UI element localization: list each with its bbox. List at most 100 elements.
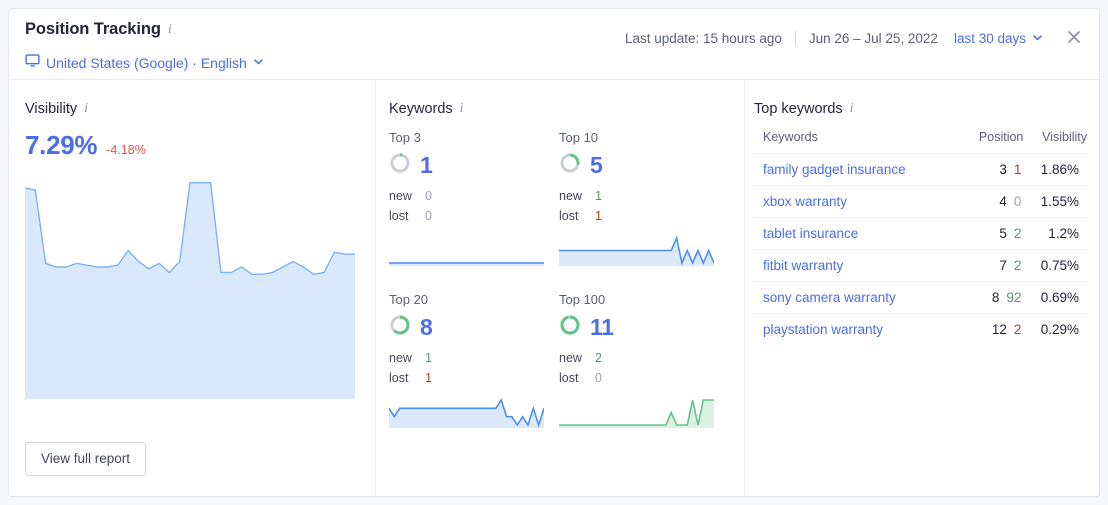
keyword-group-top-3: Top 3 1 new 0 lost 0 — [389, 130, 559, 271]
donut-icon — [389, 314, 411, 341]
stat-new-value: 1 — [425, 351, 432, 365]
position-cell: 72 — [962, 250, 1023, 282]
position-cell: 8 92 — [962, 282, 1023, 314]
keyword-link[interactable]: playstation warranty — [754, 314, 962, 346]
position-change: 1 — [1013, 162, 1022, 177]
keyword-group-stats: new 2 lost 0 — [559, 348, 729, 388]
top-keywords-label: Top keywords — [754, 101, 843, 117]
table-row: family gadget insurance 3 1 1.86% — [754, 153, 1087, 186]
period-label: last 30 days — [953, 30, 1026, 46]
stat-lost-label: lost — [559, 371, 579, 385]
position-change: 2 — [1013, 226, 1022, 241]
monitor-icon — [25, 53, 40, 73]
position-rank: 3 — [999, 162, 1007, 177]
stat-lost: lost 0 — [389, 206, 559, 226]
keyword-group-count: 8 — [420, 313, 433, 340]
keyword-group-main: 1 — [389, 149, 559, 181]
keyword-group-stats: new 0 lost 0 — [389, 186, 559, 226]
info-icon[interactable]: i — [84, 102, 88, 116]
keyword-group-main: 8 — [389, 311, 559, 343]
position-cell: 40 — [962, 186, 1023, 218]
top-keywords-section: Top keywords i Keywords Position Visibil… — [754, 101, 1087, 345]
close-icon — [1067, 30, 1081, 47]
keyword-link[interactable]: fitbit warranty — [754, 250, 962, 282]
stat-new: new 2 — [559, 348, 729, 368]
position-rank: 4 — [999, 194, 1007, 209]
chevron-down-icon — [1032, 31, 1043, 46]
stat-new-value: 1 — [595, 189, 602, 203]
title-row: Position Tracking i — [25, 20, 172, 39]
keywords-label: Keywords — [389, 101, 453, 117]
column-divider-2 — [744, 80, 745, 496]
keyword-group-label: Top 20 — [389, 292, 429, 307]
header-right: Last update: 15 hours ago Jun 26 – Jul 2… — [625, 27, 1085, 49]
stat-lost-value: 0 — [425, 209, 432, 223]
chevron-down-icon — [253, 54, 264, 72]
keyword-group-label: Top 10 — [559, 130, 599, 145]
keyword-group-top-10: Top 10 5 new 1 lost 1 — [559, 130, 729, 271]
stat-new: new 1 — [559, 186, 729, 206]
top-keywords-table: Keywords Position Visibility family gadg… — [754, 130, 1087, 345]
keyword-link[interactable]: xbox warranty — [754, 186, 962, 218]
position-change: 2 — [1013, 322, 1022, 337]
keyword-group-sparkline — [388, 396, 559, 433]
locale-selector[interactable]: United States (Google) · English — [25, 53, 264, 73]
table-row: xbox warranty 4 0 1.55% — [754, 185, 1087, 218]
table-head: Keywords Position Visibility — [754, 130, 1087, 154]
column-header-position[interactable]: Position — [962, 130, 1023, 154]
info-icon[interactable]: i — [460, 102, 464, 116]
visibility-cell: 1.86% — [1040, 162, 1079, 177]
position-cell: 52 — [962, 218, 1023, 250]
position-rank: 7 — [999, 258, 1007, 273]
position-cell: 31 — [962, 154, 1023, 186]
info-icon[interactable]: i — [850, 102, 854, 116]
top-keywords-header: Top keywords i — [754, 101, 1087, 117]
visibility-delta: -4.18% — [106, 143, 146, 157]
column-header-visibility[interactable]: Visibility — [1023, 130, 1087, 154]
close-button[interactable] — [1063, 27, 1085, 49]
keyword-group-count: 5 — [590, 151, 603, 178]
keyword-group-top-100: Top 100 11 new 2 lost 0 — [559, 292, 729, 433]
position-change: 0 — [1013, 194, 1022, 209]
position-tracking-widget: Position Tracking i United States (Googl… — [8, 8, 1100, 497]
keyword-link[interactable]: tablet insurance — [754, 218, 962, 250]
info-icon[interactable]: i — [168, 22, 172, 37]
stat-new-label: new — [389, 351, 412, 365]
widget-header: Position Tracking i United States (Googl… — [9, 9, 1099, 80]
keyword-group-main: 5 — [559, 149, 729, 181]
view-full-report-button[interactable]: View full report — [25, 442, 147, 476]
visibility-value-row: 7.29% -4.18% — [25, 130, 375, 161]
keyword-group-stats: new 1 lost 1 — [389, 348, 559, 388]
keyword-group-count: 1 — [420, 151, 433, 178]
visibility-cell: 0.75% — [1040, 258, 1079, 273]
position-change: 2 — [1013, 258, 1022, 273]
stat-lost-value: 1 — [425, 371, 432, 385]
stat-lost-label: lost — [389, 209, 409, 223]
keyword-group-sparkline — [559, 396, 729, 433]
keyword-group-label: Top 100 — [559, 292, 606, 307]
stat-lost: lost 0 — [559, 368, 729, 388]
widget-footer: View full report — [25, 442, 147, 476]
keyword-link[interactable]: family gadget insurance — [754, 154, 962, 186]
visibility-cell: 1.2% — [1048, 226, 1079, 241]
stat-lost: lost 1 — [559, 206, 729, 226]
keyword-group-top-20: Top 20 8 new 1 lost 1 — [388, 292, 559, 433]
keyword-link[interactable]: sony camera warranty — [754, 282, 962, 314]
table-header-row: Keywords Position Visibility — [754, 130, 1087, 154]
period-selector[interactable]: last 30 days — [954, 31, 1043, 46]
visibility-area-chart — [24, 179, 375, 404]
keywords-grid: Top 3 1 new 0 lost 0 Top 10 5 new 1 lost 1 Top 20 8 ne… — [388, 130, 739, 433]
position-rank: 8 — [991, 290, 1000, 305]
visibility-cell: 0.29% — [1040, 322, 1079, 337]
visibility-cell: 0.69% — [1040, 290, 1079, 305]
keywords-section: Keywords i Top 3 1 new 0 lost 0 Top 10 5 new 1 los… — [388, 101, 739, 433]
column-header-keywords[interactable]: Keywords — [754, 130, 962, 154]
table-body: family gadget insurance 3 1 1.86% xbox warra… — [754, 153, 1087, 346]
position-change: 92 — [1006, 290, 1022, 305]
keyword-group-main: 11 — [559, 311, 729, 343]
stat-new-label: new — [389, 189, 412, 203]
stat-lost-label: lost — [559, 209, 579, 223]
visibility-header: Visibility i — [25, 101, 375, 117]
table-row: fitbit warranty 7 2 0.75% — [754, 249, 1087, 282]
stat-lost: lost 1 — [389, 368, 559, 388]
